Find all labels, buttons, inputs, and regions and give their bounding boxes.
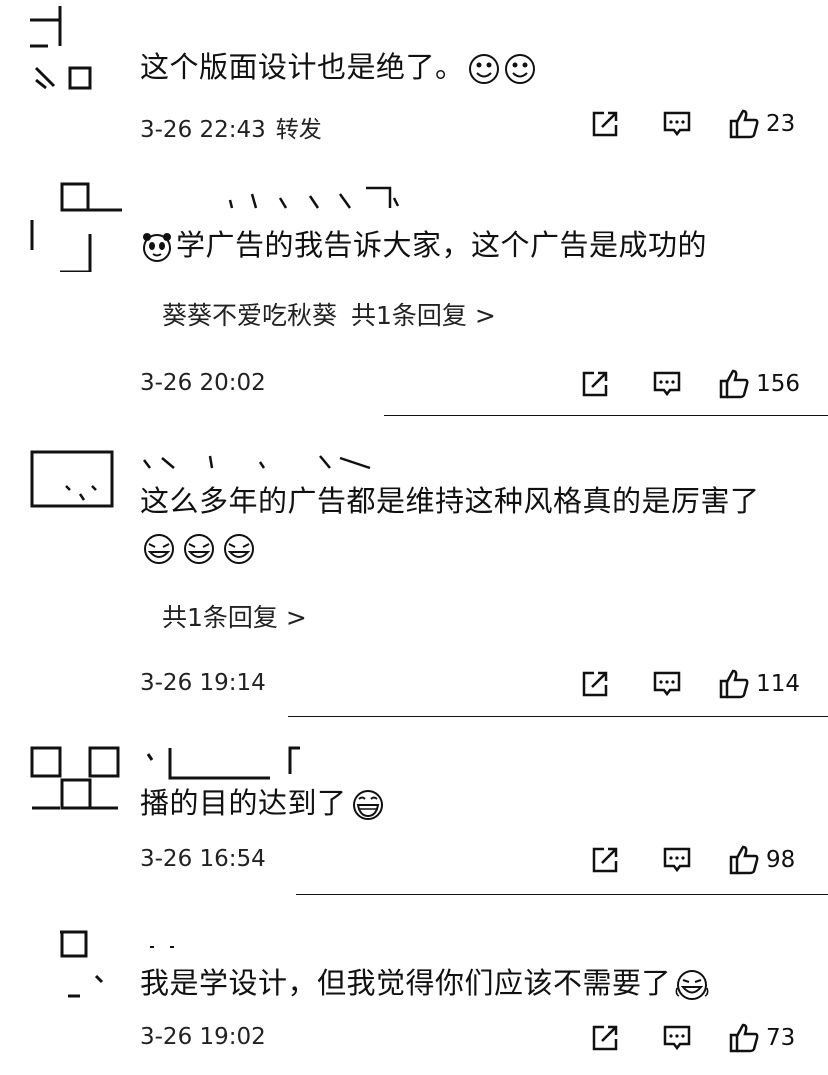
comment-text: 学广告的我告诉大家，这个广告是成功的 bbox=[176, 228, 708, 262]
smiley-emoji-icon bbox=[503, 52, 537, 86]
view-replies-link[interactable]: 共1条回复 > bbox=[351, 301, 496, 330]
comment-meta: 3-26 19:14 114 bbox=[140, 666, 800, 702]
like-button[interactable]: 73 bbox=[728, 1022, 800, 1054]
comment-actions: 156 bbox=[580, 366, 800, 402]
reply-preview[interactable]: 葵葵不爱吃秋葵 共1条回复 > bbox=[162, 296, 496, 332]
avatar[interactable] bbox=[30, 180, 122, 272]
comment-actions: 114 bbox=[580, 666, 800, 702]
like-count: 23 bbox=[766, 111, 796, 137]
avatar[interactable] bbox=[30, 926, 110, 1000]
reply-button[interactable] bbox=[652, 369, 682, 399]
reply-button[interactable] bbox=[662, 1023, 692, 1053]
comment-item: 播的目的达到了 3-26 16:54 98 bbox=[0, 718, 828, 896]
thumbs-up-icon bbox=[729, 1023, 759, 1053]
username-redacted[interactable] bbox=[140, 744, 310, 780]
share-icon bbox=[592, 1025, 618, 1051]
smiley-emoji-icon bbox=[467, 52, 501, 86]
thumbs-up-icon bbox=[719, 669, 749, 699]
reply-button[interactable] bbox=[662, 845, 692, 875]
share-button[interactable] bbox=[590, 109, 620, 139]
like-button[interactable]: 114 bbox=[718, 668, 800, 700]
comment-item: 这个版面设计也是绝了。 3-26 22:43 转发 23 bbox=[0, 0, 828, 170]
comment-meta: 3-26 22:43 转发 23 bbox=[140, 106, 800, 143]
reply-button[interactable] bbox=[652, 669, 682, 699]
comment-time: 3-26 16:54 bbox=[140, 846, 266, 872]
like-count: 98 bbox=[766, 847, 796, 873]
comment-icon bbox=[653, 671, 681, 697]
view-replies-link[interactable]: 共1条回复 > bbox=[162, 603, 307, 632]
forward-link[interactable]: 转发 bbox=[276, 117, 322, 143]
avatar[interactable] bbox=[30, 450, 116, 510]
comment-time: 3-26 19:02 bbox=[140, 1024, 266, 1050]
comment-icon bbox=[663, 1025, 691, 1051]
comment-item: 我是学设计，但我觉得你们应该不需要了 3-26 19:02 73 bbox=[0, 896, 828, 1075]
laugh-emoji-icon bbox=[220, 532, 258, 566]
comment-text: 播的目的达到了 bbox=[140, 786, 347, 820]
comment-actions: 98 bbox=[590, 842, 800, 878]
share-icon bbox=[592, 111, 618, 137]
comment-time: 3-26 20:02 bbox=[140, 370, 266, 396]
comment-meta: 3-26 20:02 156 bbox=[140, 366, 800, 402]
like-count: 73 bbox=[766, 1025, 796, 1051]
thumbs-up-icon bbox=[719, 369, 749, 399]
username-redacted[interactable] bbox=[140, 448, 380, 470]
panda-emoji-icon bbox=[140, 230, 174, 264]
avatar[interactable] bbox=[30, 746, 122, 812]
reply-button[interactable] bbox=[662, 109, 692, 139]
comment-text: 我是学设计，但我觉得你们应该不需要了 bbox=[140, 966, 672, 1000]
comment-meta: 3-26 19:02 73 bbox=[140, 1020, 800, 1056]
avatar[interactable] bbox=[30, 6, 94, 90]
grin-emoji-icon bbox=[349, 788, 387, 822]
comment-item: 这么多年的广告都是维持这种风格真的是厉害了 共1条回复 > 3-26 19:14… bbox=[0, 418, 828, 718]
reply-preview[interactable]: 共1条回复 > bbox=[162, 598, 307, 634]
comment-icon bbox=[653, 371, 681, 397]
comment-meta: 3-26 16:54 98 bbox=[140, 842, 800, 878]
reply-username[interactable]: 葵葵不爱吃秋葵 bbox=[162, 301, 337, 330]
comment-time: 3-26 19:14 bbox=[140, 670, 266, 696]
laugh-tears-emoji-icon bbox=[673, 968, 711, 1002]
comment-text: 这个版面设计也是绝了。 bbox=[140, 50, 465, 84]
comment-text: 这么多年的广告都是维持这种风格真的是厉害了 bbox=[140, 484, 760, 518]
comment-icon bbox=[663, 111, 691, 137]
thumbs-up-icon bbox=[729, 845, 759, 875]
laugh-emoji-icon bbox=[180, 532, 218, 566]
like-button[interactable]: 98 bbox=[728, 844, 800, 876]
thumbs-up-icon bbox=[729, 109, 759, 139]
like-button[interactable]: 156 bbox=[718, 368, 800, 400]
laugh-emoji-icon bbox=[140, 532, 178, 566]
username-redacted[interactable] bbox=[140, 942, 200, 962]
like-button[interactable]: 23 bbox=[728, 108, 800, 140]
divider bbox=[288, 716, 828, 717]
share-button[interactable] bbox=[590, 845, 620, 875]
divider bbox=[384, 415, 828, 416]
share-icon bbox=[582, 371, 608, 397]
comment-icon bbox=[663, 847, 691, 873]
comment-actions: 23 bbox=[590, 106, 800, 142]
like-count: 114 bbox=[756, 671, 800, 697]
share-button[interactable] bbox=[580, 369, 610, 399]
share-button[interactable] bbox=[590, 1023, 620, 1053]
divider bbox=[296, 894, 828, 895]
share-icon bbox=[592, 847, 618, 873]
like-count: 156 bbox=[756, 371, 800, 397]
username-redacted[interactable] bbox=[140, 184, 400, 209]
comment-actions: 73 bbox=[590, 1020, 800, 1056]
comment-time: 3-26 22:43 bbox=[140, 117, 266, 143]
comment-item: 学广告的我告诉大家，这个广告是成功的 葵葵不爱吃秋葵 共1条回复 > 3-26 2… bbox=[0, 170, 828, 418]
share-icon bbox=[582, 671, 608, 697]
share-button[interactable] bbox=[580, 669, 610, 699]
